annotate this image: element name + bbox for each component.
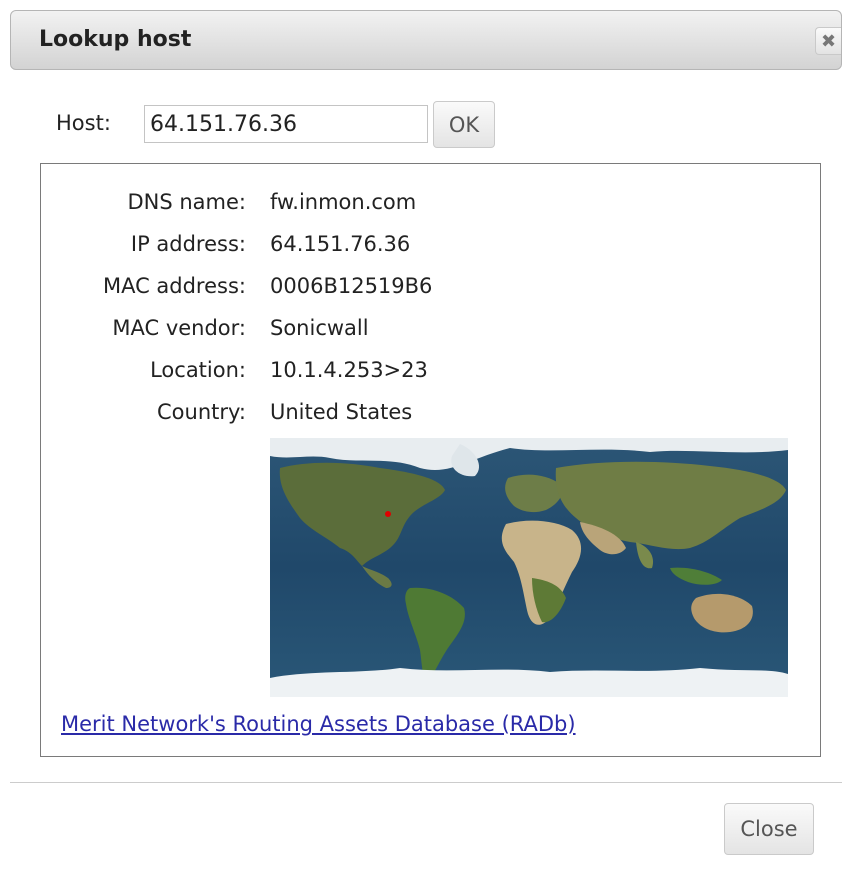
radb-link[interactable]: Merit Network's Routing Assets Database …	[61, 712, 576, 736]
host-info-panel: DNS name: fw.inmon.com IP address: 64.15…	[40, 163, 821, 757]
mac-address-label: MAC address:	[102, 274, 246, 298]
ip-address-label: IP address:	[130, 232, 246, 256]
close-icon[interactable]: ✖	[815, 27, 841, 55]
mac-vendor-value: Sonicwall	[270, 316, 369, 340]
close-button[interactable]: Close	[724, 803, 814, 855]
host-input[interactable]	[144, 105, 428, 143]
dns-name-row: DNS name: fw.inmon.com	[41, 190, 820, 220]
lookup-host-dialog: Lookup host ✖ Host: OK DNS name: fw.inmo…	[0, 0, 842, 879]
location-label: Location:	[150, 358, 246, 382]
mac-address-value: 0006B12519B6	[270, 274, 433, 298]
country-label: Country:	[157, 400, 246, 424]
ip-address-value: 64.151.76.36	[270, 232, 411, 256]
footer-divider	[10, 782, 842, 783]
dialog-title: Lookup host	[39, 27, 192, 52]
antarctica	[270, 668, 788, 697]
country-value: United States	[270, 400, 413, 424]
world-map-image	[270, 438, 788, 697]
mac-address-row: MAC address: 0006B12519B6	[41, 274, 820, 304]
dns-name-value: fw.inmon.com	[270, 190, 417, 214]
host-label: Host:	[56, 111, 111, 135]
location-value: 10.1.4.253>23	[270, 358, 428, 382]
mac-vendor-row: MAC vendor: Sonicwall	[41, 316, 820, 346]
dns-name-label: DNS name:	[127, 190, 246, 214]
world-map	[270, 438, 788, 697]
ok-button[interactable]: OK	[433, 101, 495, 148]
location-marker	[385, 511, 391, 517]
location-row: Location: 10.1.4.253>23	[41, 358, 820, 388]
ip-address-row: IP address: 64.151.76.36	[41, 232, 820, 262]
dialog-titlebar[interactable]: Lookup host ✖	[10, 10, 842, 70]
mac-vendor-label: MAC vendor:	[112, 316, 246, 340]
country-row: Country: United States	[41, 400, 820, 430]
